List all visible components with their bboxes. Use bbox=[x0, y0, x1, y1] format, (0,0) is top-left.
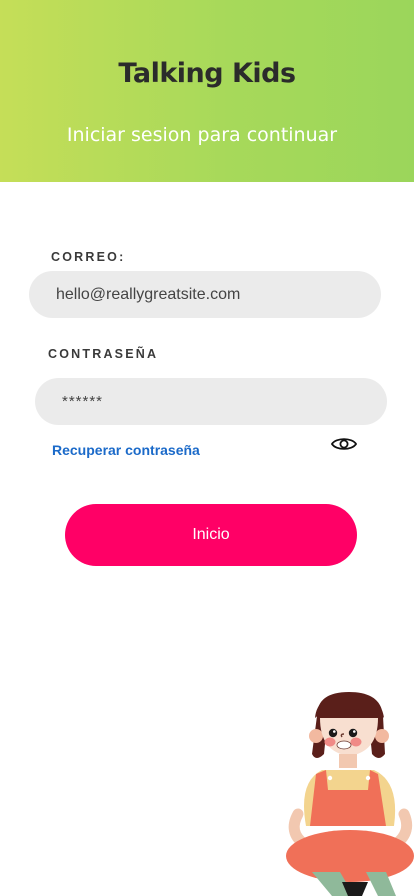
eye-icon[interactable] bbox=[331, 436, 357, 452]
app-title: Talking Kids bbox=[118, 58, 296, 89]
recover-password-link[interactable]: Recuperar contraseña bbox=[52, 442, 200, 458]
page-subtitle: Iniciar sesion para continuar bbox=[66, 124, 338, 146]
password-field[interactable] bbox=[35, 378, 387, 425]
email-label: CORREO: bbox=[51, 250, 126, 264]
login-button[interactable]: Inicio bbox=[65, 504, 357, 566]
password-label: CONTRASEÑA bbox=[48, 347, 159, 361]
header-banner: Talking Kids Iniciar sesion para continu… bbox=[0, 0, 414, 182]
email-field[interactable] bbox=[29, 271, 381, 318]
password-field-container bbox=[35, 378, 387, 425]
girl-illustration bbox=[286, 692, 414, 896]
email-field-container bbox=[29, 271, 381, 318]
